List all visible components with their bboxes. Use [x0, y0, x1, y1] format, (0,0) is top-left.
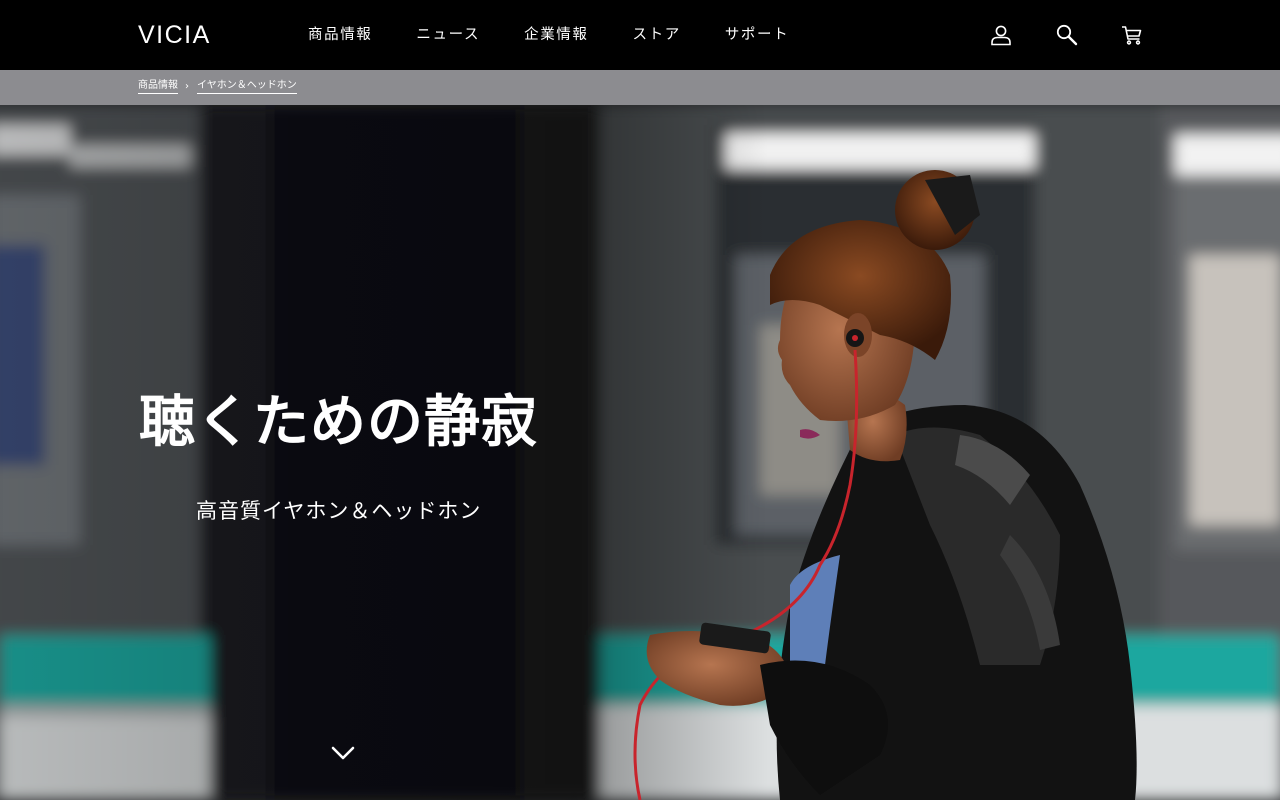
site-logo[interactable]: VICIA: [138, 20, 211, 50]
site-header: VICIA 商品情報 ニュース 企業情報 ストア サポート: [0, 0, 1280, 70]
breadcrumb: 商品情報 › イヤホン＆ヘッドホン: [138, 79, 297, 94]
search-icon[interactable]: [1054, 22, 1080, 48]
nav-item-news[interactable]: ニュース: [416, 24, 480, 46]
main-nav: 商品情報 ニュース 企業情報 ストア サポート: [308, 24, 789, 46]
nav-item-company[interactable]: 企業情報: [524, 24, 588, 46]
breadcrumb-item-earphones[interactable]: イヤホン＆ヘッドホン: [197, 79, 297, 94]
hero-subheadline: 高音質イヤホン＆ヘッドホン: [196, 499, 482, 523]
nav-item-products[interactable]: 商品情報: [308, 24, 372, 46]
nav-item-store[interactable]: ストア: [633, 24, 681, 46]
hero-copy: 聴くための静寂 高音質イヤホン＆ヘッドホン: [0, 105, 1280, 800]
chevron-down-icon[interactable]: [329, 741, 357, 765]
hero-section: 聴くための静寂 高音質イヤホン＆ヘッドホン: [0, 105, 1280, 800]
breadcrumb-item-products[interactable]: 商品情報: [138, 79, 178, 94]
nav-item-support[interactable]: サポート: [725, 24, 789, 46]
breadcrumb-bar: 商品情報 › イヤホン＆ヘッドホン: [0, 70, 1280, 105]
hero-headline: 聴くための静寂: [139, 390, 538, 455]
user-icon[interactable]: [988, 22, 1014, 48]
breadcrumb-separator: ›: [185, 80, 189, 92]
cart-icon[interactable]: [1119, 22, 1145, 48]
